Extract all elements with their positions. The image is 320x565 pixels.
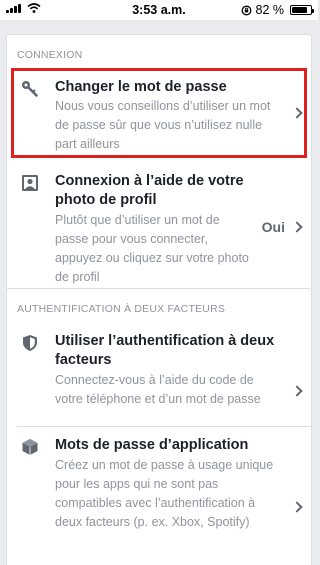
chevron-right-icon xyxy=(291,221,303,233)
profile-photo-login-title: Connexion à l’aide de votre photo de pro… xyxy=(55,173,244,208)
battery-percent: 82 % xyxy=(255,3,285,17)
status-bar: 3:53 a.m. 82 % xyxy=(0,0,318,20)
app-passwords-row[interactable]: Mots de passe d’application Créez un mot… xyxy=(7,427,311,565)
highlight-box xyxy=(11,68,307,158)
profile-photo-login-value: Oui xyxy=(261,219,285,235)
profile-photo-icon xyxy=(22,175,38,191)
use-two-factor-description: Connectez-vous à l’aide du code de votre… xyxy=(55,373,261,406)
use-two-factor-title: Utiliser l’authentification à deux facte… xyxy=(55,333,275,368)
login-section: CONNEXION Changer le mot de passe Nous v… xyxy=(6,34,312,297)
chevron-right-icon xyxy=(291,385,303,397)
battery-icon xyxy=(290,5,314,15)
use-two-factor-row[interactable]: Utiliser l’authentification à deux facte… xyxy=(7,322,311,427)
two-factor-section-header: AUTHENTIFICATION À DEUX FACTEURS xyxy=(17,303,226,315)
status-right: 82 % xyxy=(241,3,314,17)
orientation-lock-icon xyxy=(241,5,251,15)
chevron-right-icon xyxy=(291,501,303,513)
app-passwords-title: Mots de passe d’application xyxy=(55,437,249,453)
two-factor-section: AUTHENTIFICATION À DEUX FACTEURS Utilise… xyxy=(6,288,312,565)
login-section-header: CONNEXION xyxy=(17,49,83,61)
security-page: CONNEXION Changer le mot de passe Nous v… xyxy=(0,20,318,565)
app-passwords-description: Créez un mot de passe à usage unique pou… xyxy=(55,458,274,529)
profile-photo-login-description: Plutôt que d’utiliser un mot de passe po… xyxy=(55,213,249,284)
cube-icon xyxy=(22,439,38,455)
shield-icon xyxy=(23,335,37,351)
profile-photo-login-row[interactable]: Connexion à l’aide de votre photo de pro… xyxy=(7,158,311,298)
